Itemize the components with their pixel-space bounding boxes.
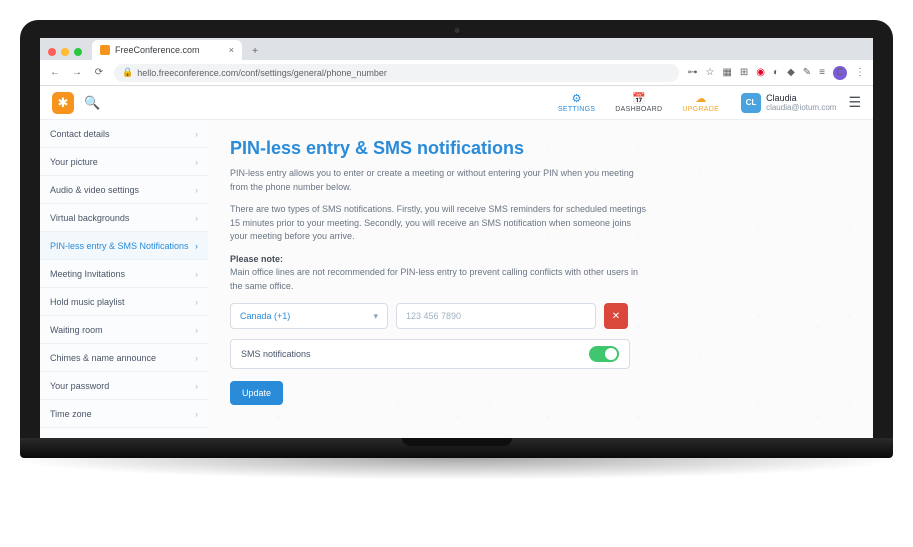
calendar-icon: 📅 bbox=[632, 92, 646, 105]
hamburger-icon[interactable]: ☰ bbox=[848, 94, 861, 111]
phone-input[interactable]: 123 456 7890 bbox=[396, 303, 596, 329]
app-logo[interactable]: ✱ bbox=[52, 92, 74, 114]
sidebar-item-pinless-sms[interactable]: PIN-less entry & SMS Notifications› bbox=[40, 232, 208, 260]
tab-title: FreeConference.com bbox=[115, 45, 200, 55]
close-window-button[interactable] bbox=[48, 48, 56, 56]
tab-favicon bbox=[100, 45, 110, 55]
nav-dashboard[interactable]: 📅 DASHBOARD bbox=[607, 92, 670, 113]
chevron-right-icon: › bbox=[195, 213, 198, 223]
chevron-right-icon: › bbox=[195, 325, 198, 335]
sidebar-item-chimes[interactable]: Chimes & name announce› bbox=[40, 344, 208, 372]
chevron-right-icon: › bbox=[195, 409, 198, 419]
page-title: PIN-less entry & SMS notifications bbox=[230, 138, 851, 159]
note-text: Main office lines are not recommended fo… bbox=[230, 267, 638, 291]
ext-icon-4[interactable]: ◐ bbox=[773, 67, 779, 78]
screen: FreeConference.com × + ← → ⟳ 🔒 hello.fre… bbox=[40, 38, 873, 438]
remove-phone-button[interactable]: ✕ bbox=[604, 303, 628, 329]
note-label: Please note: bbox=[230, 254, 283, 264]
url-text: hello.freeconference.com/conf/settings/g… bbox=[137, 68, 387, 78]
sidebar-item-audio-video[interactable]: Audio & video settings› bbox=[40, 176, 208, 204]
intro-paragraph-1: PIN-less entry allows you to enter or cr… bbox=[230, 167, 650, 194]
app-body: Contact details› Your picture› Audio & v… bbox=[40, 120, 873, 438]
lock-icon: 🔒 bbox=[122, 67, 133, 78]
ext-icon-7[interactable]: ≡ bbox=[819, 67, 825, 78]
intro-paragraph-2: There are two types of SMS notifications… bbox=[230, 203, 650, 244]
url-field[interactable]: 🔒 hello.freeconference.com/conf/settings… bbox=[114, 64, 679, 82]
browser-menu-icon[interactable]: ⋮ bbox=[855, 67, 865, 78]
ext-icon-5[interactable]: ◆ bbox=[787, 67, 795, 78]
user-avatar: CL bbox=[741, 93, 761, 113]
chevron-down-icon: ▾ bbox=[373, 311, 378, 322]
sidebar-item-meeting-invitations[interactable]: Meeting Invitations› bbox=[40, 260, 208, 288]
laptop-bezel: FreeConference.com × + ← → ⟳ 🔒 hello.fre… bbox=[20, 20, 893, 438]
user-email: claudia@iotum.com bbox=[766, 103, 836, 112]
minimize-window-button[interactable] bbox=[61, 48, 69, 56]
browser-address-bar: ← → ⟳ 🔒 hello.freeconference.com/conf/se… bbox=[40, 60, 873, 86]
chevron-right-icon: › bbox=[195, 129, 198, 139]
sms-label: SMS notifications bbox=[241, 349, 311, 359]
app-root: ✱ 🔍 ⚙ SETTINGS 📅 DASHBOARD ☁ UPGRADE CL … bbox=[40, 86, 873, 438]
new-tab-button[interactable]: + bbox=[246, 42, 264, 60]
nav-upgrade[interactable]: ☁ UPGRADE bbox=[674, 92, 727, 113]
chevron-right-icon: › bbox=[195, 241, 198, 251]
search-icon[interactable]: 🔍 bbox=[84, 95, 100, 111]
maximize-window-button[interactable] bbox=[74, 48, 82, 56]
profile-avatar[interactable]: C bbox=[833, 66, 847, 80]
sidebar-item-your-picture[interactable]: Your picture› bbox=[40, 148, 208, 176]
chevron-right-icon: › bbox=[195, 157, 198, 167]
ext-icon-6[interactable]: ✎ bbox=[803, 67, 811, 78]
sidebar-item-virtual-backgrounds[interactable]: Virtual backgrounds› bbox=[40, 204, 208, 232]
key-icon: ⊶ bbox=[687, 67, 697, 78]
main-pane: PIN-less entry & SMS notifications PIN-l… bbox=[208, 120, 873, 438]
laptop-frame: FreeConference.com × + ← → ⟳ 🔒 hello.fre… bbox=[20, 20, 893, 458]
please-note: Please note: Main office lines are not r… bbox=[230, 253, 650, 294]
chevron-right-icon: › bbox=[195, 297, 198, 307]
user-name: Claudia bbox=[766, 93, 836, 103]
user-text: Claudia claudia@iotum.com bbox=[766, 93, 836, 112]
reload-button[interactable]: ⟳ bbox=[92, 67, 106, 78]
back-button[interactable]: ← bbox=[48, 67, 62, 78]
update-button[interactable]: Update bbox=[230, 381, 283, 405]
country-select[interactable]: Canada (+1) ▾ bbox=[230, 303, 388, 329]
cloud-up-icon: ☁ bbox=[695, 92, 706, 105]
ext-icon-3[interactable]: ◉ bbox=[756, 67, 765, 78]
chevron-right-icon: › bbox=[195, 381, 198, 391]
browser-tab-bar: FreeConference.com × + bbox=[40, 38, 873, 60]
laptop-base bbox=[20, 438, 893, 458]
phone-placeholder: 123 456 7890 bbox=[406, 311, 461, 321]
header-nav: ⚙ SETTINGS 📅 DASHBOARD ☁ UPGRADE CL Clau… bbox=[550, 92, 861, 113]
star-icon[interactable]: ☆ bbox=[705, 67, 714, 78]
sidebar-item-contact-details[interactable]: Contact details› bbox=[40, 120, 208, 148]
sms-notifications-row: SMS notifications bbox=[230, 339, 630, 369]
camera-dot bbox=[454, 28, 459, 33]
country-value: Canada (+1) bbox=[240, 311, 290, 321]
forward-button[interactable]: → bbox=[70, 67, 84, 78]
ext-icon-1[interactable]: ▦ bbox=[722, 67, 731, 78]
chevron-right-icon: › bbox=[195, 269, 198, 279]
nav-settings[interactable]: ⚙ SETTINGS bbox=[550, 92, 603, 113]
sms-toggle[interactable] bbox=[589, 346, 619, 362]
sidebar-item-time-zone[interactable]: Time zone› bbox=[40, 400, 208, 428]
browser-tab[interactable]: FreeConference.com × bbox=[92, 40, 242, 60]
phone-row: Canada (+1) ▾ 123 456 7890 ✕ bbox=[230, 303, 851, 329]
gear-icon: ⚙ bbox=[572, 92, 582, 105]
sidebar-item-waiting-room[interactable]: Waiting room› bbox=[40, 316, 208, 344]
chevron-right-icon: › bbox=[195, 185, 198, 195]
extension-row: ▦ ⊞ ◉ ◐ ◆ ✎ ≡ C ⋮ bbox=[722, 66, 865, 80]
sidebar-item-hold-music[interactable]: Hold music playlist› bbox=[40, 288, 208, 316]
sidebar-item-password[interactable]: Your password› bbox=[40, 372, 208, 400]
tab-close-icon[interactable]: × bbox=[229, 45, 234, 55]
ext-icon-2[interactable]: ⊞ bbox=[740, 67, 748, 78]
chevron-right-icon: › bbox=[195, 353, 198, 363]
laptop-notch bbox=[402, 438, 512, 446]
settings-sidebar: Contact details› Your picture› Audio & v… bbox=[40, 120, 208, 438]
app-header: ✱ 🔍 ⚙ SETTINGS 📅 DASHBOARD ☁ UPGRADE CL … bbox=[40, 86, 873, 120]
close-icon: ✕ bbox=[612, 311, 620, 322]
user-block[interactable]: CL Claudia claudia@iotum.com bbox=[741, 93, 836, 113]
window-controls bbox=[48, 48, 82, 56]
